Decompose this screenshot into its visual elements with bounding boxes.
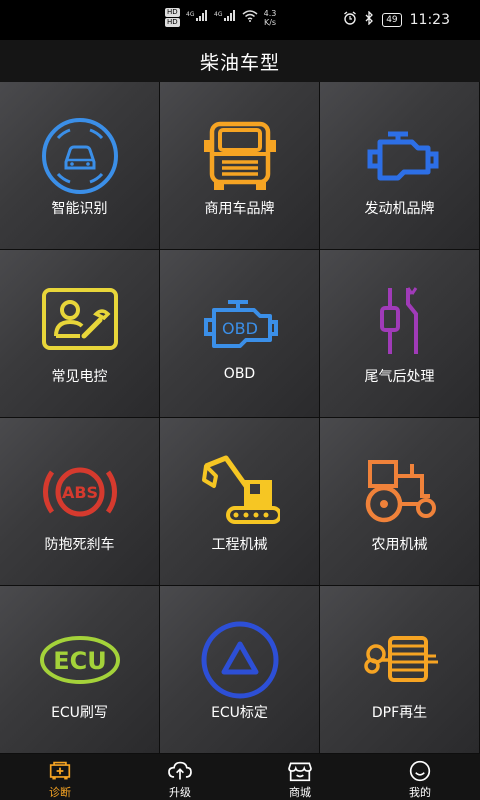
grid-item-label: 智能识别 (51, 201, 108, 217)
tab-diagnose[interactable]: 诊断 (0, 754, 120, 800)
grid-item-label: 商用车品牌 (204, 201, 275, 217)
grid-item-common-ecu[interactable]: 常见电控 (0, 250, 160, 418)
tab-mine[interactable]: 我的 (360, 754, 480, 800)
hd-badge: HD (165, 18, 180, 27)
alarm-icon (343, 11, 357, 29)
grid-item-label: 农用机械 (371, 537, 428, 553)
net-speed: 4.3 K/s (264, 9, 277, 27)
smart-identify-icon (42, 118, 118, 194)
obd-text: OBD (222, 319, 258, 338)
tab-label: 升级 (169, 786, 191, 799)
grid-item-label: 发动机品牌 (364, 201, 435, 217)
ecu-icon: ECU (40, 636, 120, 684)
grid-item-label: ECU标定 (211, 705, 268, 721)
bottom-tab-bar: 诊断 升级 商城 我的 (0, 754, 480, 800)
battery-indicator: 49 (382, 13, 402, 27)
diagnose-icon (49, 761, 71, 780)
wifi-icon (242, 10, 258, 25)
abs-icon: ABS (43, 467, 117, 517)
obd-engine-icon: OBD (204, 300, 278, 348)
grid-item-commercial-vehicle-brand[interactable]: 商用车品牌 (160, 82, 320, 250)
hd-indicators: HD HD (165, 8, 180, 27)
title-bar: 柴油车型 (0, 40, 480, 82)
smile-face-icon (409, 760, 431, 782)
tab-label: 诊断 (49, 786, 71, 799)
net-label: 4G (186, 11, 195, 18)
store-icon (288, 762, 312, 782)
grid-item-label: DPF再生 (371, 705, 428, 721)
tractor-icon (365, 460, 436, 523)
grid-item-engine-brand[interactable]: 发动机品牌 (320, 82, 480, 250)
signal-icon: 4G (214, 10, 236, 25)
grid-item-label: ECU刷写 (51, 705, 108, 721)
exhaust-aftertreatment-icon (380, 287, 418, 354)
net-speed-value: 4.3 (263, 8, 277, 18)
grid-item-exhaust-aftertreatment[interactable]: 尾气后处理 (320, 250, 480, 418)
dpf-icon (364, 636, 438, 682)
grid-item-construction-machinery[interactable]: 工程机械 (160, 418, 320, 586)
net-speed-unit: K/s (263, 17, 277, 27)
abs-text: ABS (62, 483, 98, 502)
grid-item-abs[interactable]: ABS 防抱死刹车 (0, 418, 160, 586)
page-title: 柴油车型 (199, 51, 280, 74)
tab-upgrade[interactable]: 升级 (120, 754, 240, 800)
bluetooth-icon (365, 10, 374, 29)
ecu-text: ECU (53, 647, 107, 675)
status-bar: HD HD 4G 4G 4.3 K/s 49 11:23 (0, 0, 480, 40)
status-right: 49 11:23 (343, 10, 450, 29)
tab-label: 商城 (289, 786, 311, 799)
grid-item-obd[interactable]: OBD OBD (160, 250, 320, 418)
cloud-upload-icon (168, 761, 192, 780)
grid-item-agricultural-machinery[interactable]: 农用机械 (320, 418, 480, 586)
grid-item-label: 防抱死刹车 (44, 537, 115, 553)
grid-item-dpf-regeneration[interactable]: DPF再生 (320, 586, 480, 754)
status-left: HD HD 4G 4G 4.3 K/s (165, 8, 276, 27)
tab-label: 我的 (409, 786, 431, 799)
grid-item-ecu-calibration[interactable]: ECU标定 (160, 586, 320, 754)
ecu-calibrate-icon (201, 621, 279, 699)
signal-icon: 4G (186, 10, 208, 25)
hd-badge: HD (165, 8, 180, 17)
grid-item-label: 尾气后处理 (364, 369, 435, 385)
truck-icon (204, 121, 276, 190)
user-wrench-icon (42, 288, 118, 350)
grid-item-label: OBD (223, 366, 256, 382)
grid-item-smart-identify[interactable]: 智能识别 (0, 82, 160, 250)
excavator-icon (202, 455, 280, 524)
grid-item-ecu-flash[interactable]: ECU ECU刷写 (0, 586, 160, 754)
grid-item-label: 工程机械 (211, 537, 268, 553)
clock: 11:23 (409, 12, 450, 28)
category-grid: 智能识别 商用车品牌 发动机品牌 常见电控 OBD OBD 尾气后处理 ABS … (0, 82, 480, 754)
net-label: 4G (214, 11, 223, 18)
engine-icon (367, 131, 439, 181)
tab-store[interactable]: 商城 (240, 754, 360, 800)
grid-item-label: 常见电控 (51, 369, 108, 385)
